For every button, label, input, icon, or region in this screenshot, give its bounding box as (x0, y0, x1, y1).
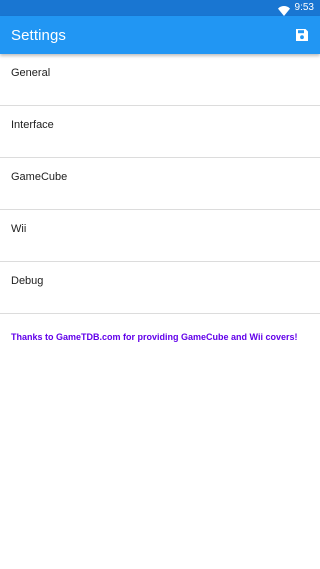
settings-list: General Interface GameCube Wii Debug (0, 54, 320, 314)
gametdb-credit-text[interactable]: Thanks to GameTDB.com for providing Game… (11, 332, 311, 342)
status-bar: 9:53 (0, 0, 320, 16)
wifi-icon (277, 3, 290, 16)
settings-item-label: Interface (11, 119, 54, 131)
settings-item-label: GameCube (11, 171, 68, 183)
settings-item-general[interactable]: General (0, 54, 320, 106)
settings-item-label: Debug (11, 275, 44, 287)
settings-item-wii[interactable]: Wii (0, 210, 320, 262)
save-button[interactable] (293, 26, 311, 44)
page-title: Settings (11, 26, 66, 44)
save-icon (295, 28, 309, 42)
status-time: 9:53 (294, 2, 314, 13)
app-bar: Settings (0, 16, 320, 54)
settings-item-debug[interactable]: Debug (0, 262, 320, 314)
settings-item-label: Wii (11, 223, 27, 235)
settings-item-interface[interactable]: Interface (0, 106, 320, 158)
settings-item-label: General (11, 67, 51, 79)
settings-item-gamecube[interactable]: GameCube (0, 158, 320, 210)
